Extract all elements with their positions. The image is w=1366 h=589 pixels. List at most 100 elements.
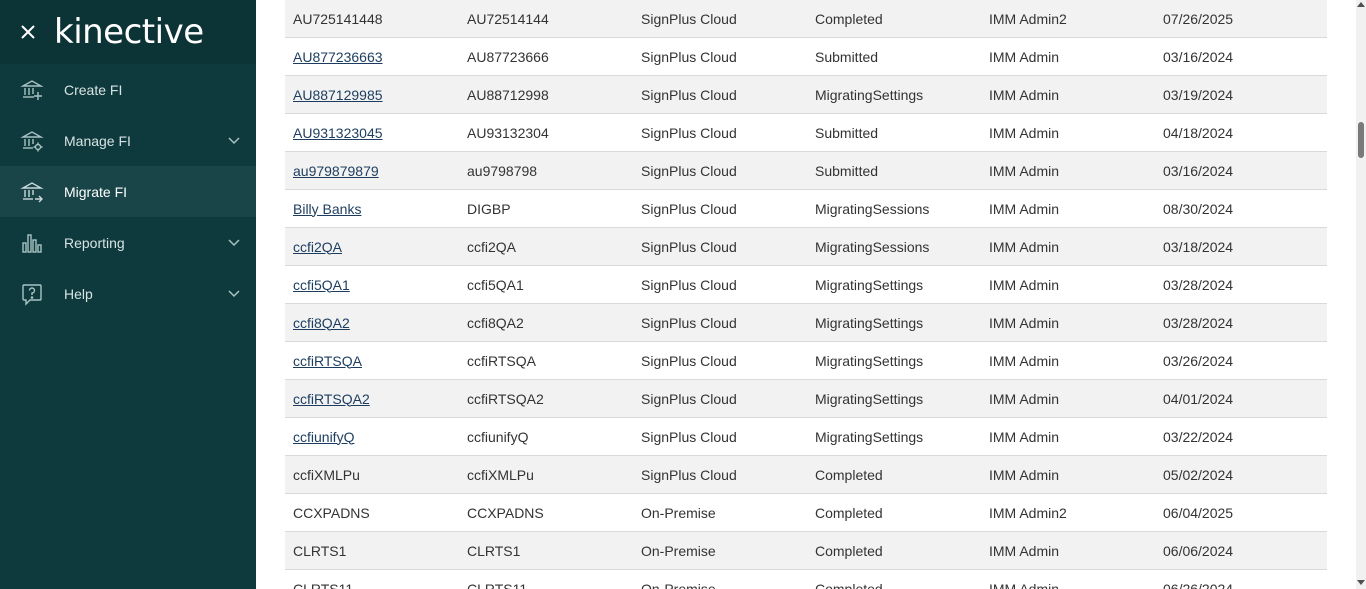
fi-name-cell: AU887129985 [285,75,459,114]
status-cell: Completed [807,455,981,494]
fi-code-cell: CLRTS1 [459,531,633,570]
nav-item-label: Manage FI [64,132,131,149]
fi-code-cell: au9798798 [459,151,633,190]
fi-name-link[interactable]: au979879879 [293,163,379,179]
status-cell: Completed [807,493,981,532]
platform-cell: SignPlus Cloud [633,303,807,342]
fi-migration-table: AU725141448 AU72514144 SignPlus Cloud Compl… [285,0,1327,589]
scroll-down-arrow-icon[interactable] [1357,579,1365,587]
platform-cell: SignPlus Cloud [633,151,807,190]
platform-cell: SignPlus Cloud [633,341,807,380]
status-cell: Completed [807,531,981,570]
scroll-up-arrow-icon[interactable] [1357,0,1365,8]
platform-cell: SignPlus Cloud [633,379,807,418]
fi-code-cell: ccfi5QA1 [459,265,633,304]
user-cell: IMM Admin [981,151,1155,190]
fi-name-link[interactable]: AU931323045 [293,125,383,141]
user-cell: IMM Admin [981,265,1155,304]
date-cell: 04/01/2024 [1155,379,1327,418]
date-cell: 03/22/2024 [1155,417,1327,456]
fi-name-cell: Billy Banks [285,189,459,228]
table-row: CLRTS1 CLRTS1 On-Premise Completed IMM Admin… [285,531,1327,570]
status-cell: MigratingSettings [807,341,981,380]
fi-name-cell: ccfi8QA2 [285,303,459,342]
fi-name-link[interactable]: ccfi2QA [293,239,342,255]
fi-name-cell: AU931323045 [285,113,459,152]
status-cell: Submitted [807,151,981,190]
status-cell: MigratingSettings [807,379,981,418]
fi-code-cell: ccfiRTSQA [459,341,633,380]
help-bubble-icon [20,282,44,306]
platform-cell: SignPlus Cloud [633,265,807,304]
fi-name-link[interactable]: ccfi5QA1 [293,277,350,293]
table-row: ccfiunifyQ ccfiunifyQ SignPlus Cloud Migrat… [285,417,1327,456]
fi-name-cell: CLRTS11 [285,569,459,589]
status-cell: MigratingSettings [807,303,981,342]
fi-name-cell: ccfiXMLPu [285,455,459,494]
user-cell: IMM Admin2 [981,493,1155,532]
fi-name-link[interactable]: ccfiRTSQA [293,353,362,369]
fi-name-link[interactable]: ccfi8QA2 [293,315,350,331]
chevron-down-icon [228,135,240,147]
nav-item-label: Create FI [64,81,123,98]
table-row: CLRTS11 CLRTS11 On-Premise Completed IMM Adm… [285,569,1327,589]
nav-item-label: Reporting [64,234,125,251]
sidebar-nav: Create FI Manage FI Migrate FI Reporting… [0,64,256,319]
date-cell: 03/19/2024 [1155,75,1327,114]
table-row: ccfiXMLPu ccfiXMLPu SignPlus Cloud Complete… [285,455,1327,494]
date-cell: 07/26/2025 [1155,0,1327,38]
platform-cell: On-Premise [633,569,807,589]
nav-item-label: Help [64,285,93,302]
fi-name-link[interactable]: ccfiunifyQ [293,429,354,445]
nav-item-reporting[interactable]: Reporting [0,217,256,268]
date-cell: 03/28/2024 [1155,265,1327,304]
nav-item-create-fi[interactable]: Create FI [0,64,256,115]
nav-item-help[interactable]: Help [0,268,256,319]
platform-cell: SignPlus Cloud [633,189,807,228]
page-scrollbar[interactable] [1356,0,1366,589]
fi-code-cell: AU72514144 [459,0,633,38]
fi-name-link[interactable]: Billy Banks [293,201,361,217]
user-cell: IMM Admin2 [981,0,1155,38]
fi-code-cell: ccfiRTSQA2 [459,379,633,418]
platform-cell: SignPlus Cloud [633,455,807,494]
status-cell: MigratingSettings [807,417,981,456]
user-cell: IMM Admin [981,341,1155,380]
date-cell: 03/16/2024 [1155,37,1327,76]
bank-gear-icon [20,129,44,153]
fi-name-cell: ccfiRTSQA2 [285,379,459,418]
fi-name-link[interactable]: ccfiRTSQA2 [293,391,370,407]
platform-cell: SignPlus Cloud [633,113,807,152]
fi-code-cell: AU87723666 [459,37,633,76]
user-cell: IMM Admin [981,227,1155,266]
platform-cell: SignPlus Cloud [633,75,807,114]
status-cell: Submitted [807,37,981,76]
status-cell: Completed [807,569,981,589]
date-cell: 03/26/2024 [1155,341,1327,380]
main-content: AU725141448 AU72514144 SignPlus Cloud Compl… [256,0,1356,589]
scroll-thumb[interactable] [1358,122,1364,158]
fi-name-cell: ccfi5QA1 [285,265,459,304]
fi-name-cell: CCXPADNS [285,493,459,532]
fi-code-cell: ccfi2QA [459,227,633,266]
status-cell: MigratingSessions [807,227,981,266]
fi-code-cell: ccfiunifyQ [459,417,633,456]
user-cell: IMM Admin [981,455,1155,494]
date-cell: 06/04/2025 [1155,493,1327,532]
fi-name-link[interactable]: AU887129985 [293,87,383,103]
platform-cell: SignPlus Cloud [633,417,807,456]
platform-cell: On-Premise [633,493,807,532]
date-cell: 08/30/2024 [1155,189,1327,228]
nav-item-manage-fi[interactable]: Manage FI [0,115,256,166]
table-row: au979879879 au9798798 SignPlus Cloud Submit… [285,151,1327,190]
sidebar: kinective Create FI Manage FI Migrate FI… [0,0,256,589]
nav-item-migrate-fi[interactable]: Migrate FI [0,166,256,217]
user-cell: IMM Admin [981,569,1155,589]
table-row: Billy Banks DIGBP SignPlus Cloud MigratingS… [285,189,1327,228]
fi-code-cell: ccfi8QA2 [459,303,633,342]
platform-cell: SignPlus Cloud [633,0,807,38]
close-icon[interactable] [18,22,38,42]
table-row: AU725141448 AU72514144 SignPlus Cloud Compl… [285,0,1327,38]
fi-code-cell: DIGBP [459,189,633,228]
fi-name-link[interactable]: AU877236663 [293,49,383,65]
